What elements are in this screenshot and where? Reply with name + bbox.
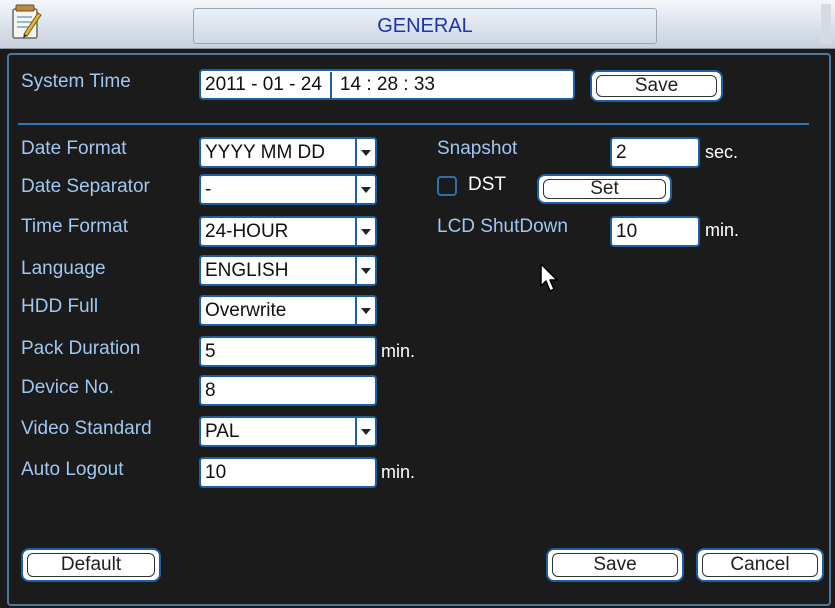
default-button[interactable]: Default [21, 548, 161, 582]
chevron-down-icon[interactable] [355, 418, 375, 445]
system-time-save-label: Save [634, 75, 679, 96]
device-no-input[interactable]: 8 [199, 375, 377, 406]
date-time-divider [329, 71, 332, 98]
snapshot-unit: sec. [705, 142, 739, 162]
video-standard-label: Video Standard [21, 418, 152, 439]
window-title: GENERAL [193, 8, 657, 44]
mouse-pointer-icon [540, 263, 558, 292]
general-settings-window: GENERAL System Time 2011 - 01 - 24 14 : … [0, 0, 835, 608]
pack-duration-label: Pack Duration [21, 338, 141, 359]
chevron-down-icon[interactable] [355, 176, 375, 203]
pack-duration-value: 5 [205, 340, 216, 362]
auto-logout-input[interactable]: 10 [199, 457, 377, 488]
lcd-shutdown-value: 10 [616, 220, 638, 242]
cancel-button-label: Cancel [730, 554, 790, 575]
date-format-label: Date Format [21, 138, 127, 159]
hdd-full-select[interactable]: Overwrite [199, 295, 377, 326]
chevron-down-icon[interactable] [355, 297, 375, 324]
dst-label: DST [468, 174, 506, 195]
video-standard-select[interactable]: PAL [199, 416, 377, 447]
snapshot-label: Snapshot [437, 138, 518, 159]
snapshot-input[interactable]: 2 [610, 137, 700, 168]
chevron-down-icon[interactable] [355, 139, 375, 166]
save-button-label: Save [593, 554, 637, 575]
title-scrollbar[interactable] [821, 4, 831, 44]
language-select[interactable]: ENGLISH [199, 255, 377, 286]
auto-logout-unit: min. [381, 462, 416, 482]
section-divider [18, 123, 809, 125]
pack-duration-unit: min. [381, 341, 416, 361]
video-standard-value: PAL [205, 420, 240, 442]
time-format-select[interactable]: 24-HOUR [199, 216, 377, 247]
title-bar: GENERAL [0, 0, 835, 49]
chevron-down-icon[interactable] [355, 257, 375, 284]
system-time-save-button[interactable]: Save [590, 70, 723, 102]
auto-logout-value: 10 [205, 461, 227, 483]
system-date-value[interactable]: 2011 - 01 - 24 [205, 74, 322, 96]
date-separator-label: Date Separator [21, 176, 150, 197]
date-format-value: YYYY MM DD [205, 141, 326, 163]
language-value: ENGLISH [205, 259, 289, 281]
system-time-value[interactable]: 14 : 28 : 33 [340, 74, 435, 96]
save-button[interactable]: Save [546, 548, 684, 582]
default-button-label: Default [60, 554, 122, 575]
pack-duration-input[interactable]: 5 [199, 336, 377, 367]
dst-set-button[interactable]: Set [537, 174, 672, 204]
system-time-label: System Time [21, 71, 131, 92]
lcd-shutdown-input[interactable]: 10 [610, 216, 700, 247]
lcd-shutdown-unit: min. [705, 220, 740, 240]
time-format-value: 24-HOUR [205, 220, 289, 242]
hdd-full-value: Overwrite [205, 299, 287, 321]
auto-logout-label: Auto Logout [21, 459, 124, 480]
date-format-select[interactable]: YYYY MM DD [199, 137, 377, 168]
dst-checkbox[interactable] [437, 176, 457, 196]
snapshot-value: 2 [616, 141, 627, 163]
settings-panel [7, 53, 831, 606]
time-format-label: Time Format [21, 216, 128, 237]
notepad-icon [12, 4, 42, 39]
system-time-field[interactable]: 2011 - 01 - 24 14 : 28 : 33 [199, 69, 575, 100]
date-separator-select[interactable]: - [199, 174, 377, 205]
cancel-button[interactable]: Cancel [696, 548, 824, 582]
language-label: Language [21, 258, 106, 279]
lcd-shutdown-label: LCD ShutDown [437, 216, 568, 237]
date-separator-value: - [205, 178, 212, 200]
device-no-label: Device No. [21, 377, 114, 398]
chevron-down-icon[interactable] [355, 218, 375, 245]
dst-set-label: Set [590, 178, 619, 199]
device-no-value: 8 [205, 379, 216, 401]
hdd-full-label: HDD Full [21, 296, 99, 317]
